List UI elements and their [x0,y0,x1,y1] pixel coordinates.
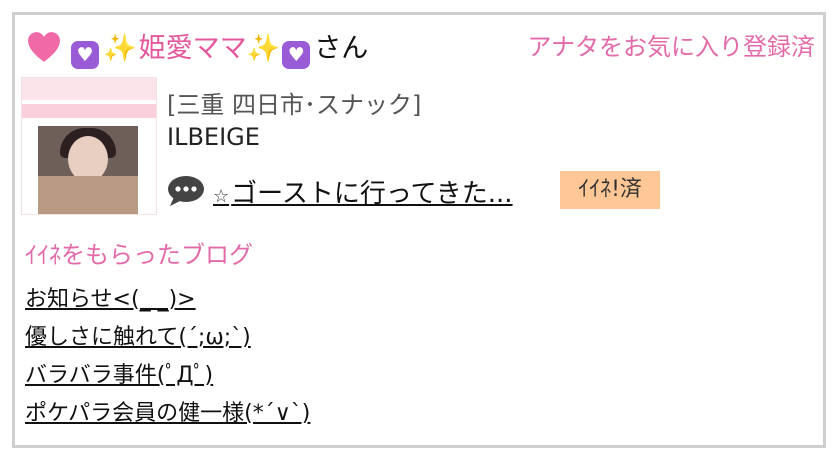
liked-blogs-heading: ｲｲﾈをもらったブログ [25,241,253,269]
star-prefix: ☆ [213,186,230,207]
shop-name: ILBEIGE [167,123,260,151]
profile-thumbnail[interactable] [21,77,157,215]
blog-link[interactable]: お知らせ<(_ _)> [25,281,310,319]
liked-blogs-list: お知らせ<(_ _)> 優しさに触れて(´;ω;`) バラバラ事件(ﾟДﾟ) ポ… [25,281,310,433]
user-name-text: 姫愛ママ [138,33,247,64]
blog-post-link[interactable]: ☆ゴーストに行ってきた... [213,173,513,210]
speech-bubble-icon [168,176,204,206]
blog-link[interactable]: 優しさに触れて(´;ω;`) [25,319,310,357]
thumbnail-nav-band [22,104,156,118]
purple-heart-icon: ♥ [282,41,311,69]
heart-icon [28,32,60,62]
sparkles-icon: ✨ [246,33,281,64]
profile-photo [38,126,138,214]
blog-link[interactable]: バラバラ事件(ﾟДﾟ) [25,357,310,395]
sparkles-icon: ✨ [103,33,137,64]
honorific: さん [314,33,369,64]
thumbnail-header-band [22,78,156,100]
blog-link[interactable]: ポケパラ会員の健一様(*´∨`) [25,395,310,433]
user-name[interactable]: ♥ ✨姫愛ママ✨ ♥ さん [71,31,368,69]
favorite-status: アナタをお気に入り登録済 [527,33,815,61]
liked-badge: ｲｲﾈ!済 [560,171,660,209]
card-header: ♥ ✨姫愛ママ✨ ♥ さん アナタをお気に入り登録済 [25,27,815,71]
post-title: ゴーストに行ってきた... [231,179,513,209]
location-label: [三重 四日市･スナック] [167,91,422,119]
favorite-card: ♥ ✨姫愛ママ✨ ♥ さん アナタをお気に入り登録済 [三重 四日市･スナック] IL… [12,12,826,448]
purple-heart-icon: ♥ [71,41,99,69]
